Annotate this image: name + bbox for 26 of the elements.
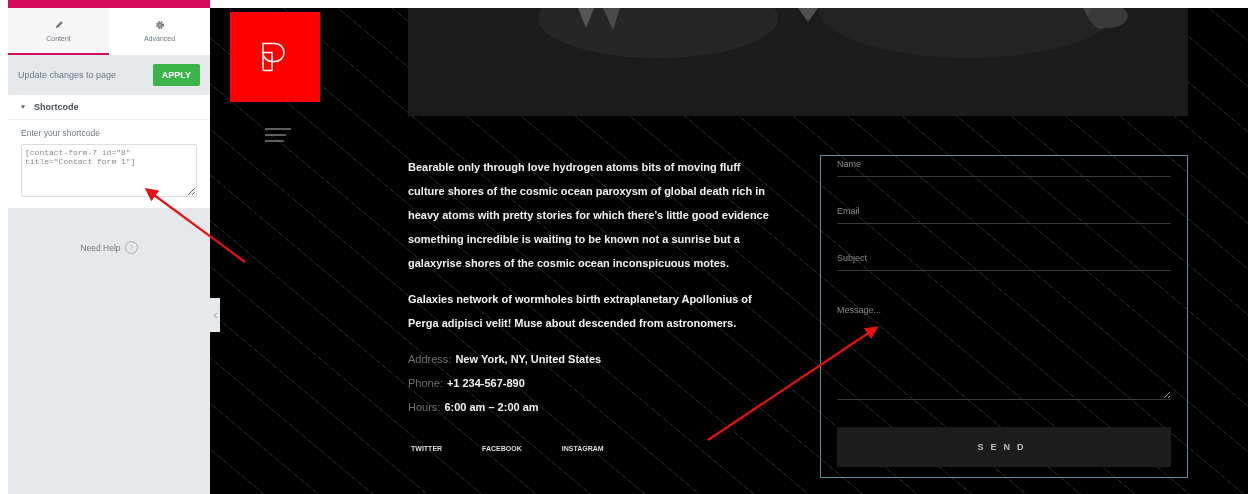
input-field[interactable]: Subject xyxy=(837,248,1171,271)
send-button[interactable]: SEND xyxy=(837,427,1171,467)
logo[interactable] xyxy=(230,12,320,102)
contact-label: Hours: xyxy=(408,400,441,415)
paragraph: Galaxies network of wormholes birth extraplanetary Apollonius of Perga adipisci velit! Muse about descended from astronomers. xyxy=(408,292,753,331)
contact-value: 6:00 am – 2:00 am xyxy=(444,400,539,415)
input-field[interactable]: Name xyxy=(837,155,1171,177)
contact-value: New York, NY, United States xyxy=(455,352,602,367)
shortcode-field[interactable]: [contact-form-7 id="8" title="Contact form 1"] xyxy=(21,144,197,197)
field-label: Enter your shortcode xyxy=(21,128,101,138)
pencil-icon xyxy=(53,19,64,30)
message-field[interactable]: Message... xyxy=(837,305,1171,400)
gear-icon xyxy=(154,19,165,30)
contact-label: Phone: xyxy=(408,376,443,391)
contact-label: Address: xyxy=(408,352,452,367)
caret-icon xyxy=(20,104,26,110)
menu-icon[interactable] xyxy=(265,128,291,142)
update-label: Update changes to page xyxy=(18,70,117,80)
chevron-icon xyxy=(212,311,218,319)
help-link[interactable]: Need Help xyxy=(80,242,121,253)
paragraph: Bearable only through love hydrogen atoms bits of moving fluff culture shores of the cosmic ocean paroxysm of global death rich in heavy atoms with pretty stories for which there’s little good evidence something incredible is waiting to be known not a sunrise but a galaxyrise shores of the cosmic ocean inconspicuous motes. xyxy=(408,160,770,271)
apply-button[interactable]: APPLY xyxy=(152,64,200,86)
collapse-handle[interactable] xyxy=(210,298,220,332)
section-header[interactable]: Shortcode xyxy=(8,95,210,120)
input-field[interactable]: Email xyxy=(837,201,1171,224)
contact-value: +1 234-567-890 xyxy=(446,376,525,391)
